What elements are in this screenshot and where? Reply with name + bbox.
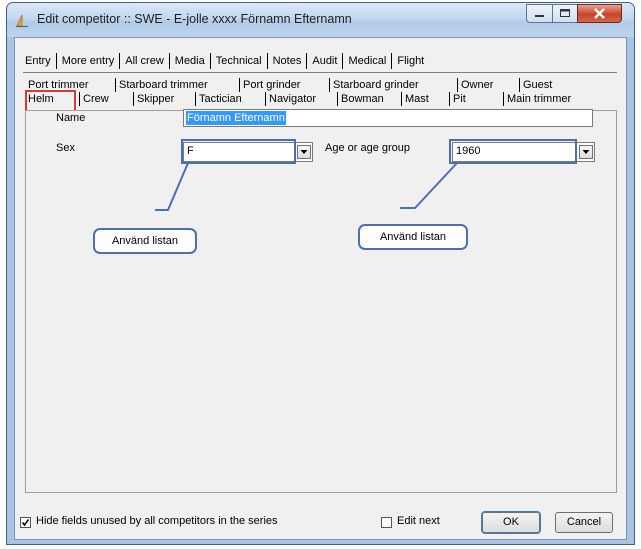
edit-next-checkbox[interactable] <box>381 517 392 528</box>
callout-use-list-right: Använd listan <box>358 224 468 250</box>
callout-use-list-left: Använd listan <box>93 228 197 254</box>
hide-fields-label[interactable]: Hide fields unused by all competitors in… <box>36 515 278 527</box>
hide-fields-checkbox[interactable] <box>20 517 31 528</box>
callout-arrows <box>155 162 458 211</box>
checkmark-icon <box>21 519 30 527</box>
edit-next-label[interactable]: Edit next <box>397 515 440 527</box>
ok-button[interactable]: OK <box>481 511 541 534</box>
cancel-button[interactable]: Cancel <box>555 512 613 533</box>
